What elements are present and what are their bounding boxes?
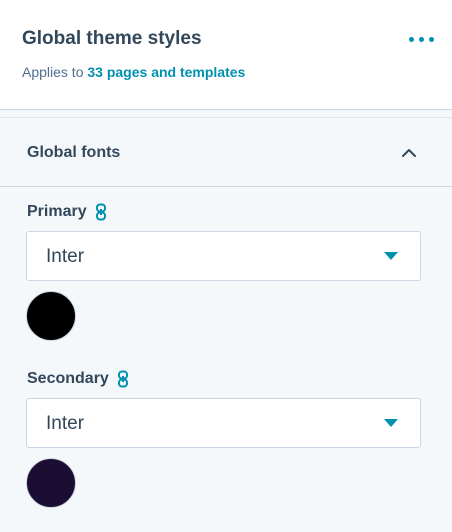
secondary-label-text: Secondary — [27, 370, 109, 387]
secondary-font-label: Secondary — [27, 370, 129, 388]
primary-label-text: Primary — [27, 203, 87, 220]
panel-title: Global theme styles — [22, 28, 202, 49]
secondary-font-value: Inter — [46, 413, 85, 434]
panel-header: Global theme styles Applies to 33 pages … — [0, 0, 452, 110]
caret-down-icon — [384, 419, 398, 427]
applies-to-prefix: Applies to — [22, 64, 84, 80]
primary-color-swatch[interactable] — [26, 291, 76, 341]
more-options-button[interactable] — [402, 26, 440, 52]
secondary-font-select[interactable]: Inter — [26, 398, 421, 448]
more-dot — [418, 36, 424, 42]
primary-font-label: Primary — [27, 203, 107, 221]
link-icon[interactable] — [117, 370, 129, 388]
secondary-color-swatch[interactable] — [26, 458, 76, 508]
more-horizontal-icon — [408, 36, 414, 42]
pages-templates-link[interactable]: 33 pages and templates — [87, 64, 245, 80]
primary-font-value: Inter — [46, 246, 85, 267]
global-fonts-section-toggle[interactable]: Global fonts — [0, 117, 452, 187]
chevron-up-icon — [402, 149, 416, 157]
primary-font-select[interactable]: Inter — [26, 231, 421, 281]
caret-down-icon — [384, 252, 398, 260]
more-dot — [428, 36, 434, 42]
section-title: Global fonts — [27, 144, 121, 161]
link-icon[interactable] — [95, 203, 107, 221]
applies-to-text: Applies to 33 pages and templates — [22, 64, 245, 80]
